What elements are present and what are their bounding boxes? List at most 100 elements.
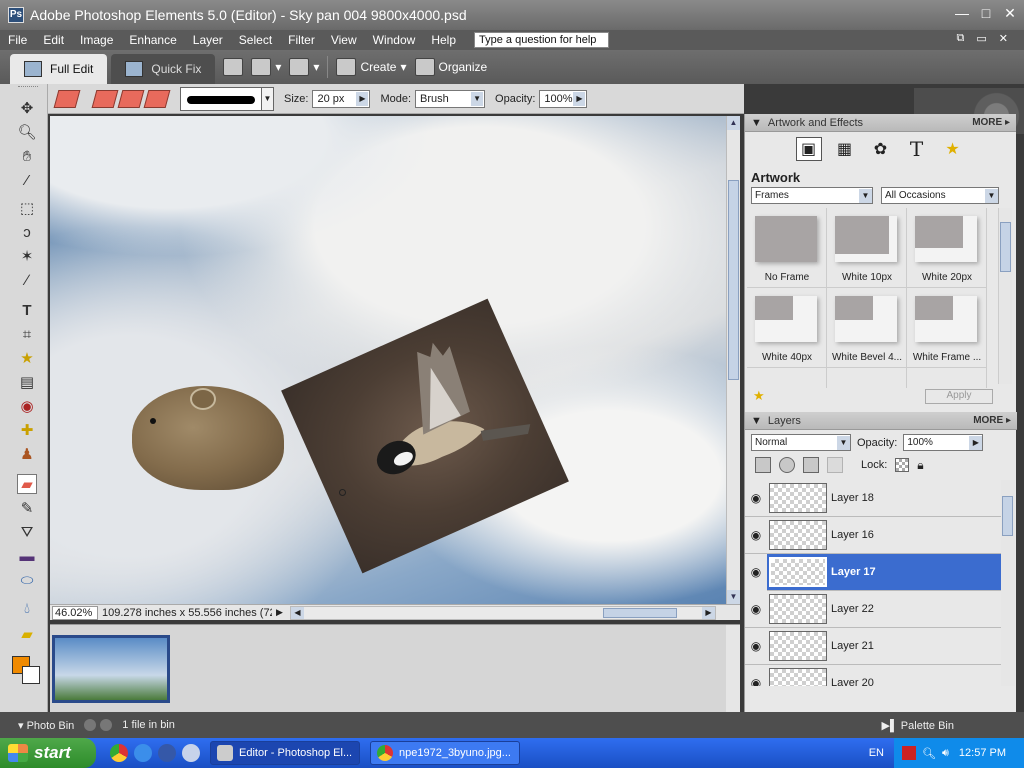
scroll-right-icon[interactable]: ▶ — [702, 606, 715, 619]
gradient-icon[interactable]: ▬ — [17, 546, 37, 566]
menu-edit[interactable]: Edit — [35, 33, 72, 47]
shape-icon[interactable]: ⬭ — [17, 570, 37, 590]
search-icon[interactable]: 🔍︎ — [922, 747, 936, 760]
favorites-star-icon[interactable]: ★ — [940, 137, 966, 161]
healing-icon[interactable]: ✚ — [17, 420, 37, 440]
trash-icon[interactable] — [803, 457, 819, 473]
menu-filter[interactable]: Filter — [280, 33, 323, 47]
mode-select[interactable]: Brush ▼ — [415, 89, 486, 108]
palette-bin-toggle[interactable]: ▶▌ Palette Bin — [881, 719, 954, 732]
chickadee-image-layer[interactable] — [281, 298, 569, 574]
scroll-left-icon[interactable]: ◀ — [291, 606, 304, 619]
visibility-eye-icon[interactable]: ◉ — [745, 602, 767, 616]
email-button[interactable]: ▾ — [289, 58, 319, 76]
frame-item[interactable]: White 10px — [827, 208, 907, 288]
desktop-icon[interactable] — [182, 744, 200, 762]
create-button[interactable]: Create ▾ — [336, 58, 407, 76]
chevron-down-icon[interactable]: ▼ — [837, 435, 850, 450]
menu-enhance[interactable]: Enhance — [121, 33, 184, 47]
layers-scroll-thumb[interactable] — [1002, 496, 1013, 536]
apply-button[interactable]: Apply — [925, 388, 993, 404]
close-button[interactable]: ✕ — [1002, 5, 1018, 21]
previous-icon[interactable] — [84, 719, 97, 731]
status-menu-icon[interactable]: ▶ — [276, 607, 286, 618]
frame-item[interactable]: No Frame — [747, 208, 827, 288]
artwork-scroll-thumb[interactable] — [1000, 222, 1011, 272]
straighten-icon[interactable]: ▤ — [17, 372, 37, 392]
layers-more-button[interactable]: MORE ▸ — [973, 415, 1011, 426]
favorite-star-icon[interactable]: ★ — [753, 388, 765, 404]
layer-row[interactable]: ◉ Layer 16 — [745, 517, 1001, 554]
paint-bucket-icon[interactable]: ⛛ — [17, 522, 37, 542]
restore-doc-icon[interactable]: ⧉ — [957, 32, 965, 45]
filters-icon[interactable]: ✿ — [868, 137, 894, 161]
type-icon[interactable]: T — [17, 300, 37, 320]
tab-full-edit[interactable]: Full Edit — [10, 54, 108, 84]
photo-bin-scrollbar[interactable] — [726, 625, 740, 713]
taskbar-item-photoshop[interactable]: Editor - Photoshop El... — [210, 741, 360, 765]
artwork-frames-icon[interactable]: ▣ — [795, 137, 822, 161]
selection-brush-icon[interactable]: ∕ — [17, 270, 37, 290]
document-thumbnail[interactable] — [52, 635, 170, 703]
frame-item[interactable]: White 20px — [907, 208, 987, 288]
frame-item[interactable]: White Bevel 4... — [827, 288, 907, 368]
visibility-eye-icon[interactable]: ◉ — [745, 491, 767, 505]
visibility-eye-icon[interactable]: ◉ — [745, 553, 767, 591]
frame-item[interactable] — [907, 368, 987, 388]
frame-item[interactable] — [827, 368, 907, 388]
chrome-icon[interactable] — [110, 744, 128, 762]
lock-transparency-icon[interactable] — [895, 458, 910, 472]
artwork-scrollbar[interactable] — [998, 208, 1012, 384]
help-search-input[interactable]: Type a question for help — [474, 32, 609, 48]
antivirus-icon[interactable] — [902, 746, 916, 760]
brush-preview[interactable] — [180, 86, 262, 111]
artwork-more-button[interactable]: MORE ▸ — [972, 117, 1010, 128]
chevron-right-icon[interactable]: ▶ — [356, 91, 369, 106]
layer-row-selected[interactable]: ◉ Layer 17 — [745, 553, 1001, 591]
crop-icon[interactable]: ⌗ — [17, 324, 37, 344]
clone-stamp-icon[interactable]: ♟ — [17, 444, 37, 464]
chevron-right-icon[interactable]: ▶ — [969, 435, 983, 450]
horizontal-scroll-thumb[interactable] — [603, 607, 677, 618]
layer-opacity-field[interactable]: 100% ▶ — [903, 434, 984, 451]
layers-panel-header[interactable]: ▼ Layers MORE ▸ — [745, 412, 1017, 430]
lock-all-icon[interactable]: 🔒︎ — [917, 458, 923, 473]
document-canvas[interactable] — [50, 116, 726, 604]
adjustment-layer-icon[interactable] — [779, 457, 795, 473]
media-player-icon[interactable] — [158, 744, 176, 762]
layer-row[interactable]: ◉ Layer 18 — [745, 480, 1001, 517]
organize-button[interactable]: Organize — [414, 58, 487, 76]
collapse-icon[interactable]: ▼ — [751, 117, 762, 129]
scroll-thumb[interactable] — [728, 180, 739, 380]
menu-help[interactable]: Help — [423, 33, 464, 47]
zoom-icon[interactable]: 🔍︎ — [17, 122, 37, 142]
move-icon[interactable]: ✥ — [17, 98, 37, 118]
internet-explorer-icon[interactable] — [134, 744, 152, 762]
chevron-right-icon[interactable]: ▶ — [573, 91, 586, 106]
magic-eraser-icon[interactable] — [143, 89, 171, 108]
artwork-panel-header[interactable]: ▼ Artwork and Effects MORE ▸ — [745, 114, 1016, 132]
menu-image[interactable]: Image — [72, 33, 121, 47]
menu-select[interactable]: Select — [231, 33, 280, 47]
scroll-down-icon[interactable]: ▼ — [727, 590, 740, 604]
eraser-icon[interactable]: ▰ — [17, 474, 37, 494]
minimize-button[interactable]: — — [954, 5, 970, 21]
red-eye-icon[interactable]: ◉ — [17, 396, 37, 416]
menu-file[interactable]: File — [0, 33, 35, 47]
zoom-field[interactable]: 46.02% — [52, 605, 98, 620]
collapse-icon[interactable]: ▼ — [751, 415, 762, 427]
visibility-eye-icon[interactable]: ◉ — [745, 639, 767, 653]
layer-row[interactable]: ◉ Layer 20 — [745, 665, 1001, 686]
frame-item[interactable] — [747, 368, 827, 388]
new-layer-icon[interactable] — [755, 457, 771, 473]
toolbox-grip[interactable] — [18, 86, 38, 90]
background-color-swatch[interactable] — [22, 666, 40, 684]
magic-wand-icon[interactable]: ✶ — [17, 246, 37, 266]
taskbar-item-chrome[interactable]: npe1972_3byuno.jpg... — [370, 741, 520, 765]
minimize-doc-icon[interactable]: ▭ — [976, 32, 986, 45]
link-icon[interactable] — [827, 457, 843, 473]
print-button[interactable] — [223, 58, 244, 76]
chevron-down-icon[interactable]: ▼ — [471, 91, 484, 106]
menu-layer[interactable]: Layer — [185, 33, 231, 47]
text-effects-icon[interactable]: T — [904, 137, 930, 161]
